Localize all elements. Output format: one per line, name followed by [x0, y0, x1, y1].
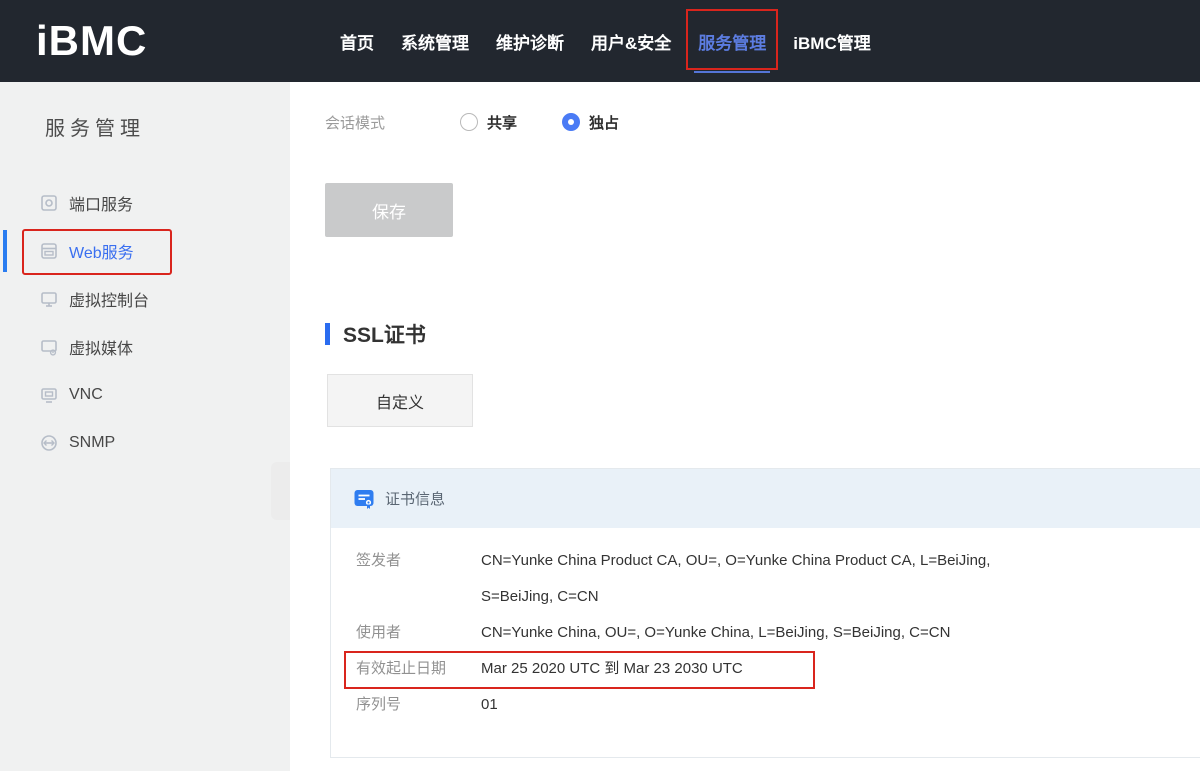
cert-row-issuer: 签发者 CN=Yunke China Product CA, OU=, O=Yu…	[356, 543, 1200, 615]
radio-option-shared[interactable]: 共享	[460, 112, 517, 133]
session-mode-label: 会话模式	[325, 112, 460, 133]
certificate-icon	[353, 488, 375, 510]
radio-selected-icon	[562, 113, 580, 131]
section-accent-bar	[325, 323, 330, 345]
virtual-console-icon	[40, 290, 58, 308]
cert-row-subject: 使用者 CN=Yunke China, OU=, O=Yunke China, …	[356, 615, 1200, 651]
sidebar-menu: 端口服务 Web服务 虚拟控制台 虚拟媒体	[0, 179, 290, 467]
active-tab-underline	[694, 71, 770, 73]
snmp-icon	[40, 434, 58, 452]
session-mode-row: 会话模式 共享 独占	[325, 108, 1200, 136]
sidebar-item-label: 端口服务	[69, 191, 133, 215]
sidebar-item-label: Web服务	[69, 239, 134, 263]
sidebar-item-virtual-media[interactable]: 虚拟媒体	[0, 323, 290, 371]
sidebar-item-port-service[interactable]: 端口服务	[0, 179, 290, 227]
ibmc-console-screen: iBMC 首页 系统管理 维护诊断 用户&安全 服务管理 iBMC管理 服务管理…	[0, 0, 1200, 771]
sidebar-item-virtual-console[interactable]: 虚拟控制台	[0, 275, 290, 323]
active-item-indicator	[3, 230, 7, 272]
port-service-icon	[40, 194, 58, 212]
custom-certificate-button[interactable]: 自定义	[327, 374, 473, 427]
sidebar-item-vnc[interactable]: VNC	[0, 371, 290, 419]
certificate-info-panel: 证书信息 签发者 CN=Yunke China Product CA, OU=,…	[330, 468, 1200, 758]
nav-item-ibmc-management[interactable]: iBMC管理	[791, 27, 872, 56]
web-service-icon	[40, 242, 58, 260]
cert-row-serial-number: 序列号 01	[356, 687, 1200, 723]
top-nav: 首页 系统管理 维护诊断 用户&安全 服务管理 iBMC管理	[338, 27, 873, 56]
certificate-panel-header: 证书信息	[331, 469, 1200, 528]
nav-item-label: 服务管理	[698, 34, 766, 53]
cert-row-value: CN=Yunke China, OU=, O=Yunke China, L=Be…	[481, 615, 950, 651]
cert-row-label: 序列号	[356, 687, 481, 723]
cert-row-label: 有效起止日期	[356, 651, 481, 687]
sidebar-title: 服务管理	[0, 82, 290, 141]
radio-unselected-icon	[460, 113, 478, 131]
sidebar-item-label: VNC	[69, 386, 103, 404]
ssl-certificate-section-title: SSL证书	[325, 320, 1200, 348]
cert-row-label: 签发者	[356, 543, 481, 579]
nav-item-home[interactable]: 首页	[338, 27, 376, 56]
ibmc-logo: iBMC	[36, 17, 186, 65]
save-button[interactable]: 保存	[325, 183, 453, 237]
sidebar: 服务管理 端口服务 Web服务 虚拟控制台	[0, 82, 290, 771]
nav-item-maintenance-diagnosis[interactable]: 维护诊断	[494, 27, 566, 56]
nav-item-service-management[interactable]: 服务管理	[696, 27, 768, 56]
top-header: iBMC 首页 系统管理 维护诊断 用户&安全 服务管理 iBMC管理	[0, 0, 1200, 82]
section-title-text: SSL证书	[343, 319, 426, 349]
cert-row-label: 使用者	[356, 615, 481, 651]
certificate-panel-body: 签发者 CN=Yunke China Product CA, OU=, O=Yu…	[331, 528, 1200, 723]
radio-label: 共享	[487, 112, 517, 133]
sidebar-item-label: SNMP	[69, 434, 115, 452]
sidebar-item-label: 虚拟控制台	[69, 287, 149, 311]
cert-row-value: Mar 25 2020 UTC 到 Mar 23 2030 UTC	[481, 651, 743, 687]
vnc-icon	[40, 386, 58, 404]
radio-label: 独占	[589, 112, 619, 133]
sidebar-item-snmp[interactable]: SNMP	[0, 419, 290, 467]
cert-row-validity-period: 有效起止日期 Mar 25 2020 UTC 到 Mar 23 2030 UTC	[356, 651, 1200, 687]
main-content: 会话模式 共享 独占 保存 SSL证书 自定义 证书信息	[290, 82, 1200, 771]
cert-row-value: 01	[481, 687, 498, 723]
certificate-panel-title: 证书信息	[385, 488, 445, 509]
nav-item-system-management[interactable]: 系统管理	[399, 27, 471, 56]
sidebar-item-web-service[interactable]: Web服务	[0, 227, 290, 275]
nav-item-user-security[interactable]: 用户&安全	[589, 27, 673, 56]
virtual-media-icon	[40, 338, 58, 356]
radio-option-exclusive[interactable]: 独占	[562, 112, 619, 133]
cert-row-value: CN=Yunke China Product CA, OU=, O=Yunke …	[481, 543, 1051, 615]
sidebar-item-label: 虚拟媒体	[69, 335, 133, 359]
